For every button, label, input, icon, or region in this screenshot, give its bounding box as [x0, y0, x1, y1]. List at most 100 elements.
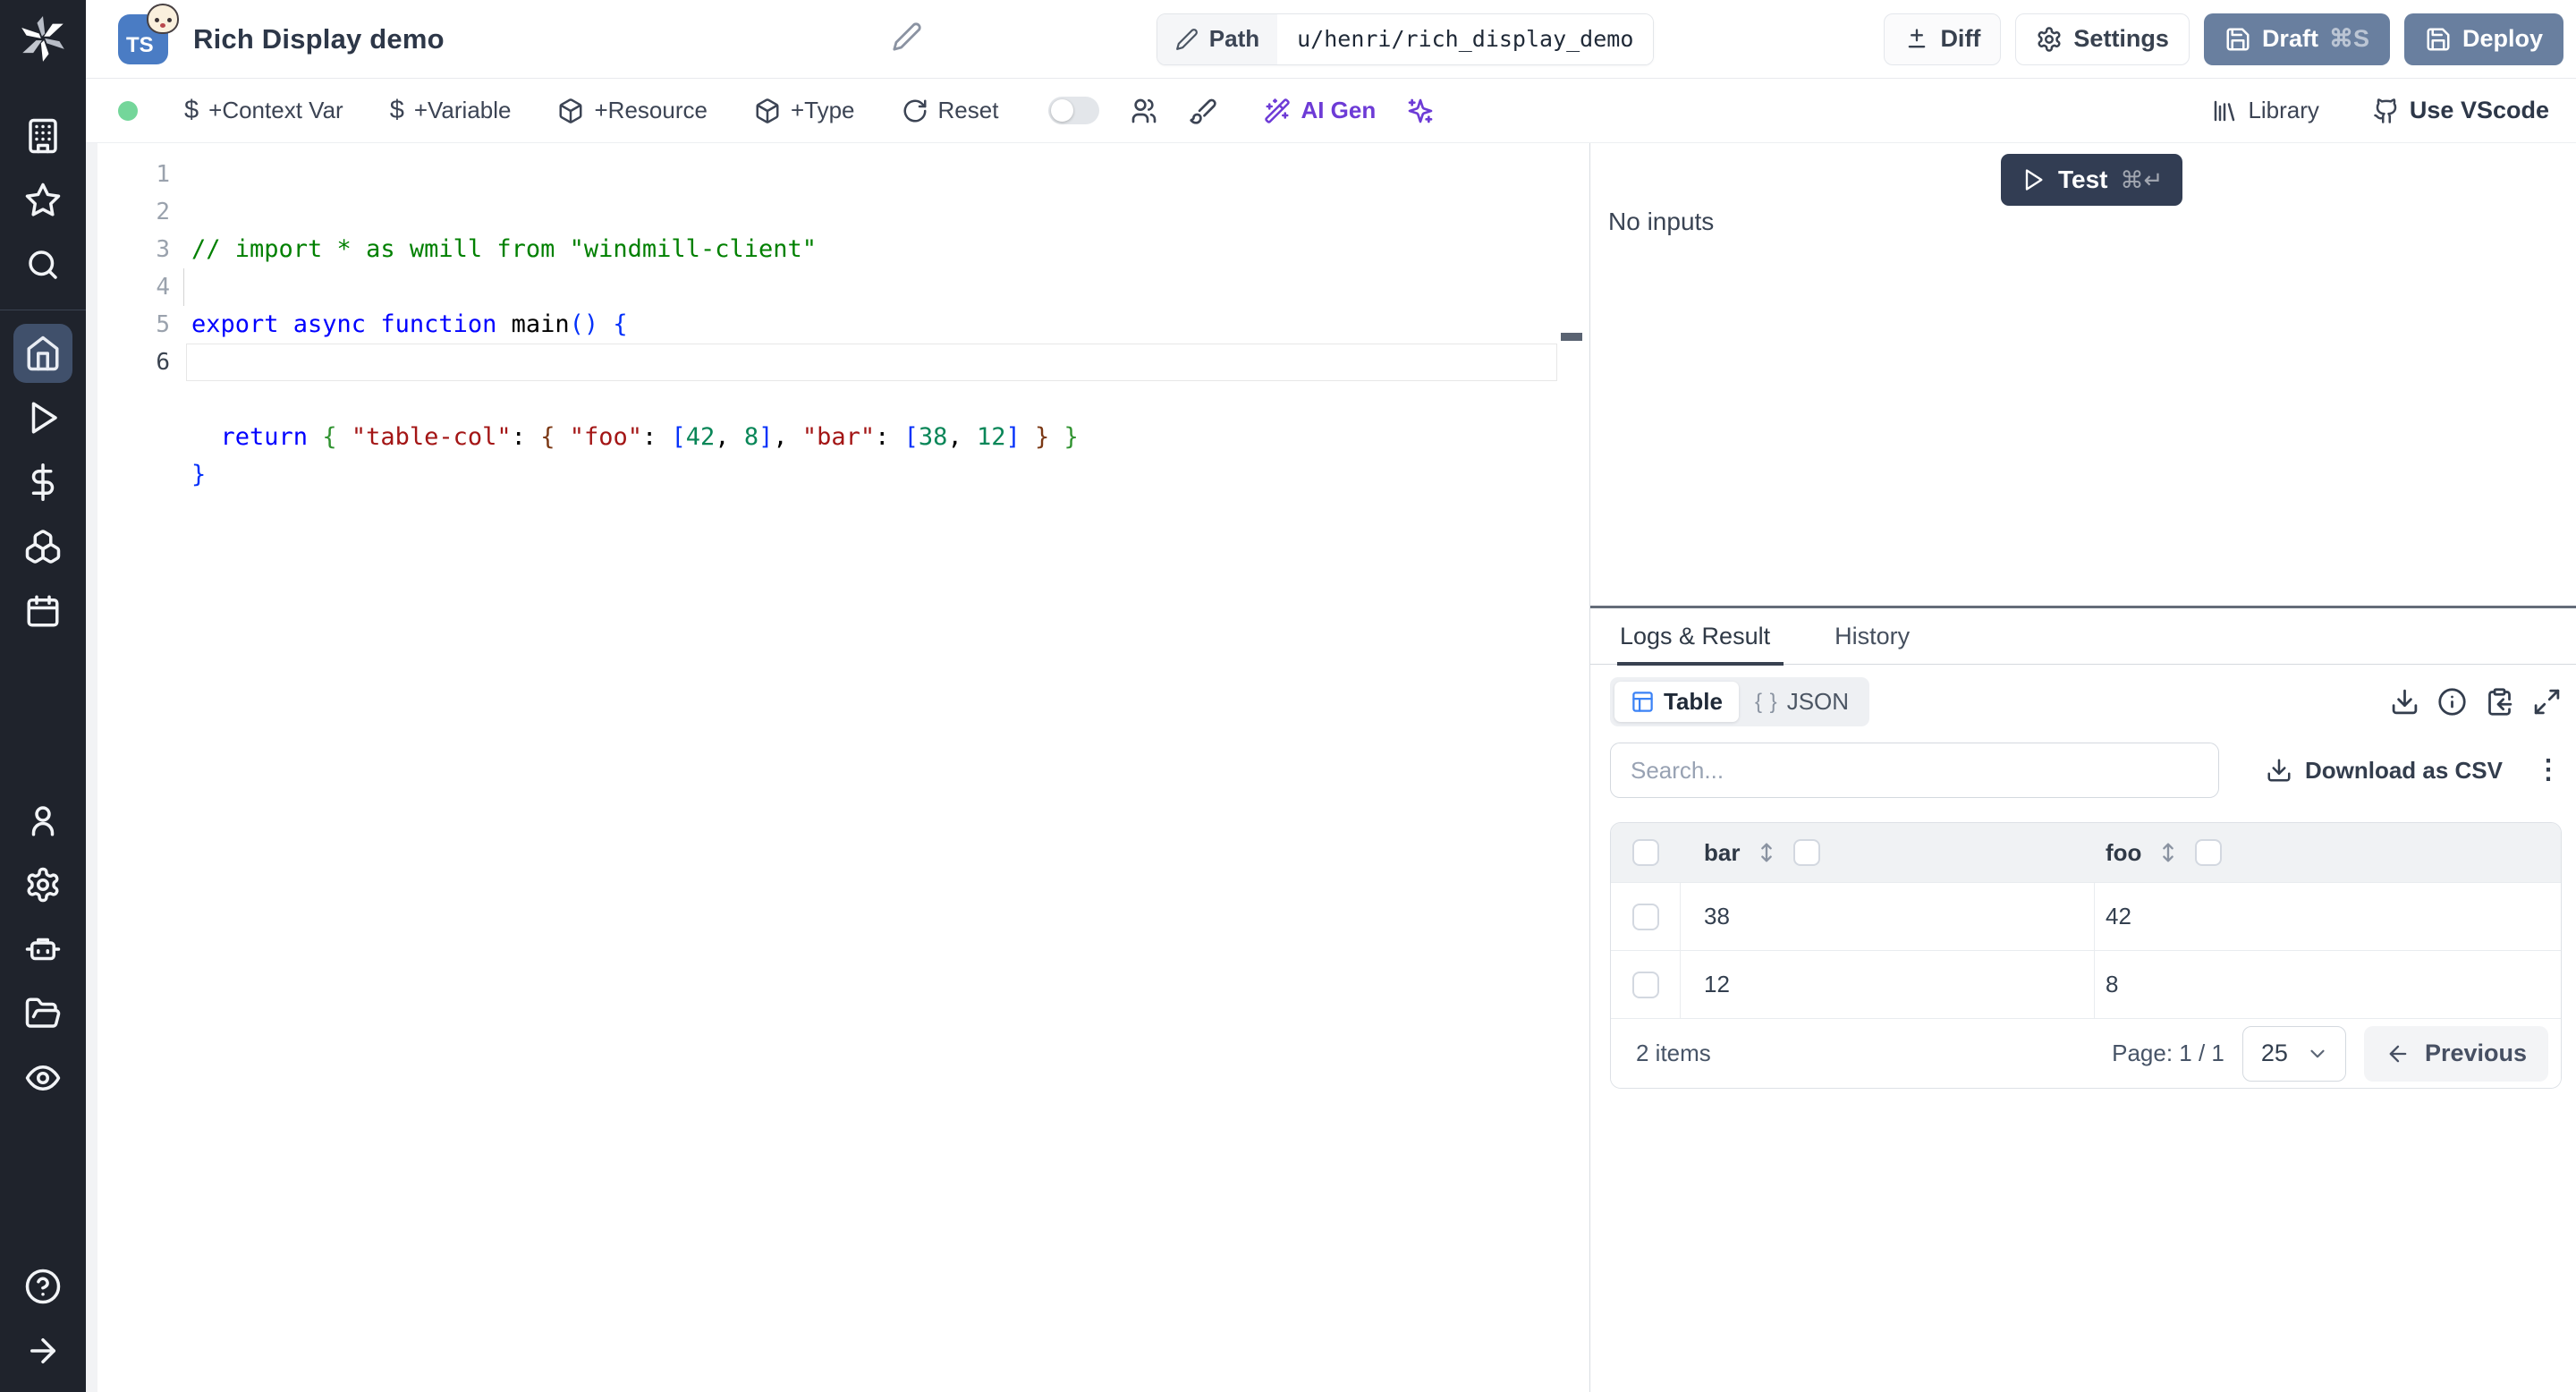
code-lines[interactable]: // import * as wmill from "windmill-clie… — [191, 156, 1554, 607]
use-vscode-label: Use VScode — [2409, 97, 2549, 123]
edit-summary-pencil-icon[interactable] — [892, 21, 922, 56]
sidebar-item-home[interactable] — [0, 321, 86, 386]
row-checkbox[interactable] — [1631, 903, 1659, 930]
test-label: Test — [2058, 166, 2108, 193]
dollar-icon: $ — [184, 96, 199, 124]
expand-result-icon[interactable] — [2532, 687, 2562, 717]
diff-button[interactable]: Diff — [1884, 13, 2002, 65]
select-all-checkbox[interactable] — [1632, 839, 1659, 866]
table-search-row: Download as CSV ⋮ — [1610, 743, 2562, 798]
add-resource-label: +Resource — [594, 97, 708, 123]
sort-icon[interactable] — [1754, 840, 1779, 865]
view-toggle: Table { } JSON — [1610, 677, 1870, 726]
sidebar-item-runs[interactable] — [0, 386, 86, 450]
sidebar-item-users[interactable] — [0, 788, 86, 853]
line-number-active: 6 — [156, 349, 170, 376]
arrow-left-icon — [2389, 1045, 2407, 1062]
sidebar-item-resources[interactable] — [0, 514, 86, 579]
run-panel: Test ⌘↵ No inputs Logs & Result History … — [1590, 143, 2576, 1392]
test-button[interactable]: Test ⌘↵ — [2001, 154, 2183, 206]
download-csv-label: Download as CSV — [2304, 756, 2503, 784]
library-button[interactable]: Library — [2211, 97, 2319, 124]
windmill-logo[interactable] — [0, 0, 86, 79]
column-header-bar[interactable]: bar — [1704, 839, 1740, 867]
sidebar-item-schedules[interactable] — [0, 579, 86, 643]
tab-history[interactable]: History — [1835, 623, 1910, 650]
multiplayer-toggle[interactable] — [1048, 97, 1100, 124]
column-foo-checkbox[interactable] — [2195, 839, 2223, 866]
code-editor[interactable]: 1 2 3 4 5 6 // import * as wmill from "w… — [86, 143, 1589, 1392]
page-size-value: 25 — [2260, 1040, 2288, 1066]
line-number: 4 — [156, 274, 170, 301]
sort-icon[interactable] — [2156, 840, 2181, 865]
info-icon[interactable] — [2437, 687, 2467, 717]
column-header-foo[interactable]: foo — [2106, 839, 2141, 867]
collaborators-icon[interactable] — [1130, 97, 1158, 125]
use-vscode-button[interactable]: Use VScode — [2373, 97, 2549, 124]
deploy-label: Deploy — [2462, 25, 2543, 52]
table-header-row: bar foo — [1611, 823, 2561, 882]
path-button[interactable]: Path — [1157, 13, 1278, 64]
github-icon — [2374, 98, 2397, 123]
cell-bar: 38 — [1704, 903, 1730, 929]
format-brush-icon[interactable] — [1189, 97, 1217, 125]
result-table: bar foo 38 42 12 8 2 items Page: 1 / 1 2… — [1610, 822, 2562, 1089]
ai-gen-button[interactable]: AI Gen — [1264, 97, 1376, 124]
add-variable-button[interactable]: $ +Variable — [390, 96, 512, 125]
draft-label: Draft — [2261, 25, 2318, 52]
table-icon — [1632, 692, 1653, 712]
help-icon[interactable] — [0, 1254, 86, 1319]
add-type-button[interactable]: +Type — [754, 97, 855, 124]
line-number: 1 — [156, 161, 170, 188]
copy-result-icon[interactable] — [2485, 687, 2514, 717]
search-input[interactable] — [1610, 743, 2219, 798]
sidebar-item-settings[interactable] — [0, 853, 86, 917]
view-toggle-json[interactable]: { } JSON — [1739, 682, 1865, 722]
library-label: Library — [2248, 97, 2319, 123]
sidebar-item-variables[interactable] — [0, 450, 86, 514]
search-icon[interactable] — [0, 233, 86, 297]
run-inputs-section: Test ⌘↵ No inputs — [1590, 143, 2576, 606]
status-dot — [118, 100, 138, 121]
add-type-label: +Type — [790, 97, 855, 123]
workspace-building-icon[interactable] — [0, 104, 86, 168]
reset-button[interactable]: Reset — [902, 97, 998, 124]
favorites-star-icon[interactable] — [0, 168, 86, 233]
sidebar-item-audit-logs[interactable] — [0, 1046, 86, 1110]
previous-page-button[interactable]: Previous — [2363, 1025, 2548, 1082]
table-row[interactable]: 38 42 — [1611, 882, 2561, 950]
page-size-select[interactable]: 25 — [2241, 1025, 2346, 1082]
expand-sidebar-arrow-icon[interactable] — [0, 1319, 86, 1383]
table-row[interactable]: 12 8 — [1611, 950, 2561, 1018]
ai-gen-label: AI Gen — [1301, 97, 1377, 123]
indent-guide — [183, 268, 184, 306]
result-view-toolbar: Table { } JSON — [1610, 677, 2562, 726]
sparkles-icon[interactable] — [1406, 97, 1435, 125]
cell-bar: 12 — [1704, 971, 1730, 997]
dollar-icon: $ — [389, 96, 404, 124]
sidebar-item-workers[interactable] — [0, 917, 86, 981]
language-badge: TS — [118, 3, 179, 64]
path-value[interactable]: u/henri/rich_display_demo — [1277, 13, 1654, 64]
path-group[interactable]: Path u/henri/rich_display_demo — [1156, 13, 1655, 65]
settings-button[interactable]: Settings — [2015, 13, 2190, 65]
add-resource-button[interactable]: +Resource — [557, 97, 708, 124]
cell-foo: 42 — [2106, 903, 2131, 929]
draft-button[interactable]: Draft ⌘S — [2203, 13, 2390, 65]
table-options-kebab-icon[interactable]: ⋮ — [2535, 757, 2562, 784]
add-context-var-button[interactable]: $ +Context Var — [184, 96, 343, 125]
deploy-button[interactable]: Deploy — [2403, 13, 2563, 65]
column-bar-checkbox[interactable] — [1793, 839, 1821, 866]
play-icon — [2025, 169, 2043, 191]
download-result-icon[interactable] — [2390, 687, 2419, 717]
sidebar-item-folders[interactable] — [0, 981, 86, 1046]
draft-shortcut: ⌘S — [2328, 25, 2369, 52]
page-title: Rich Display demo — [193, 22, 445, 55]
library-icon — [2215, 100, 2235, 121]
tab-logs-result[interactable]: Logs & Result — [1620, 623, 1770, 650]
row-checkbox[interactable] — [1631, 971, 1659, 998]
reset-icon — [903, 99, 927, 122]
download-csv-button[interactable]: Download as CSV — [2266, 757, 2503, 785]
no-inputs-text: No inputs — [1608, 208, 1715, 235]
view-toggle-table[interactable]: Table — [1614, 682, 1739, 722]
